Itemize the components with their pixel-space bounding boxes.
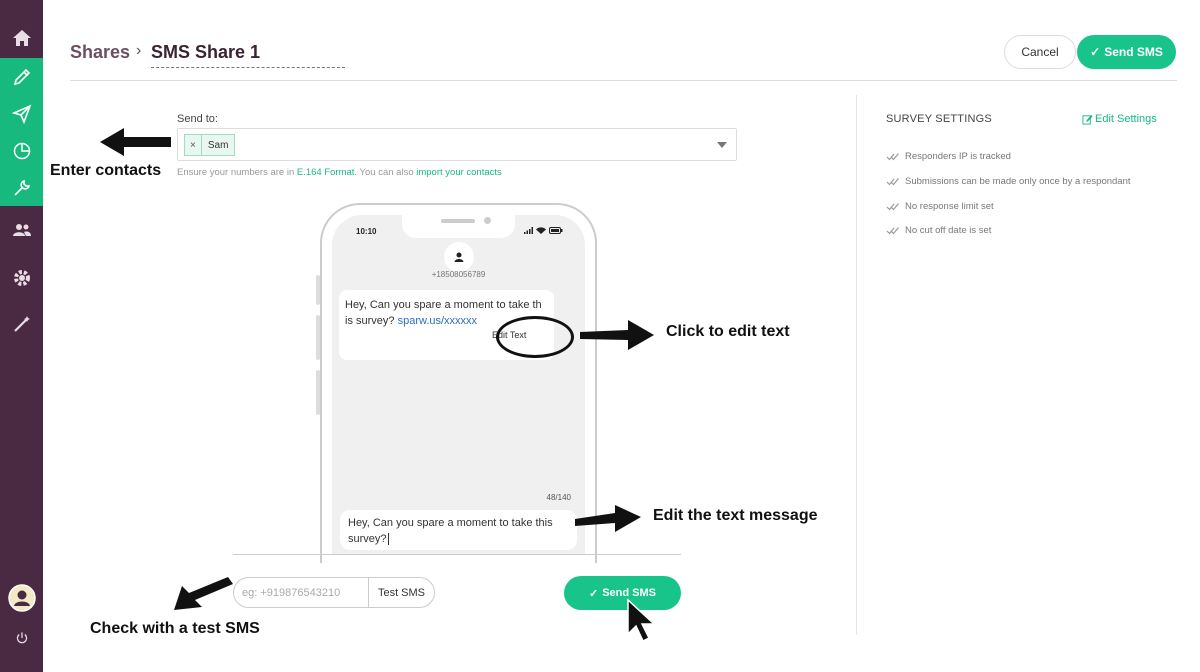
contact-avatar-icon [444,242,474,272]
gear-icon[interactable] [0,258,43,298]
import-contacts-link[interactable]: import your contacts [416,167,502,178]
app-root: Shares › SMS Share 1 Cancel ✓ Send SMS S… [0,0,1200,672]
user-avatar[interactable] [0,578,43,618]
pie-chart-icon[interactable] [0,131,43,171]
signal-icon [524,227,533,234]
camera-icon [484,217,491,224]
compose-line-2: survey? [348,533,387,545]
speaker-icon [441,219,475,223]
edit-settings-label: Edit Settings [1095,113,1157,125]
sidebar [0,0,43,672]
char-counter: 48/140 [546,493,571,502]
test-phone-input[interactable] [233,577,369,608]
wifi-icon [536,227,546,234]
home-icon[interactable] [0,18,43,58]
magic-wand-icon[interactable] [0,304,43,344]
compose-line-1: Hey, Can you spare a moment to take this [348,517,553,529]
edit-settings-link[interactable]: Edit Settings [1082,113,1157,125]
phone-notch [402,215,515,238]
hint-text-middle: You can also [357,167,417,178]
preview-divider [233,554,681,555]
survey-settings-title: SURVEY SETTINGS [886,113,992,125]
text-cursor [387,533,389,545]
setting-item-text: Responders IP is tracked [905,151,1011,162]
e164-format-link[interactable]: E.164 Format. [297,167,357,178]
page-title[interactable]: SMS Share 1 [151,42,345,68]
check-icon: ✓ [1090,45,1101,59]
setting-item-text: No cut off date is set [905,225,992,236]
message-line-1: Hey, Can you spare a moment to take th [345,299,542,311]
send-sms-label: Send SMS [1104,45,1163,59]
message-textarea[interactable]: Hey, Can you spare a moment to take this… [340,510,577,550]
annotation-enter-contacts: Enter contacts [50,162,162,179]
phone-time: 10:10 [356,227,377,236]
send-to-label: Send to: [177,113,218,125]
wrench-icon[interactable] [0,168,43,208]
annotation-circle [496,316,574,358]
pencil-icon[interactable] [0,57,43,97]
send-to-input[interactable]: × Sam [177,128,737,161]
edit-icon [1082,114,1093,125]
double-check-icon [886,203,899,211]
setting-item: Submissions can be made only once by a r… [886,176,1131,187]
setting-item-text: No response limit set [905,201,994,212]
send-icon[interactable] [0,94,43,134]
setting-item: No response limit set [886,201,994,212]
survey-link[interactable]: sparw.us/xxxxxx [398,315,477,327]
header-divider [70,80,1177,81]
arrow-right-icon [580,320,654,350]
chevron-down-icon[interactable] [717,142,727,148]
message-line-2: is survey? [345,315,398,327]
hint-text-prefix: Ensure your numbers are in [177,167,297,178]
setting-item-text: Submissions can be made only once by a r… [905,176,1131,187]
double-check-icon [886,178,899,186]
power-icon[interactable] [0,618,43,658]
arrow-right-icon [575,505,641,532]
users-icon[interactable] [0,210,43,250]
contact-number: +18508056789 [431,270,486,279]
breadcrumb-root[interactable]: Shares [70,42,130,63]
send-sms-button-bottom[interactable]: ✓ Send SMS [564,576,681,610]
phone-mockup: 10:10 +18508056789 Hey, Can you spare a … [320,203,597,563]
battery-icon [549,227,563,234]
phone-screen: 10:10 +18508056789 Hey, Can you spare a … [332,215,585,555]
cancel-button[interactable]: Cancel [1004,35,1076,69]
annotation-click-edit: Click to edit text [666,323,790,340]
setting-item: Responders IP is tracked [886,151,1011,162]
cursor-pointer-icon [627,598,656,643]
arrow-left-icon [100,128,171,156]
breadcrumb-separator: › [136,42,142,59]
annotation-edit-message: Edit the text message [653,507,818,524]
contact-tag-name: Sam [207,139,229,151]
annotation-test-sms: Check with a test SMS [90,620,260,637]
check-icon: ✓ [588,587,599,600]
send-sms-button-top[interactable]: ✓ Send SMS [1077,35,1176,69]
contact-tag: × Sam [184,134,236,156]
status-icons [524,227,563,234]
double-check-icon [886,227,899,235]
setting-item: No cut off date is set [886,225,991,236]
double-check-icon [886,153,899,161]
remove-tag-icon[interactable]: × [185,135,202,155]
test-sms-button[interactable]: Test SMS [368,577,435,608]
arrow-down-left-icon [174,577,233,610]
panel-divider [856,95,857,635]
format-hint: Ensure your numbers are in E.164 Format.… [177,167,502,178]
